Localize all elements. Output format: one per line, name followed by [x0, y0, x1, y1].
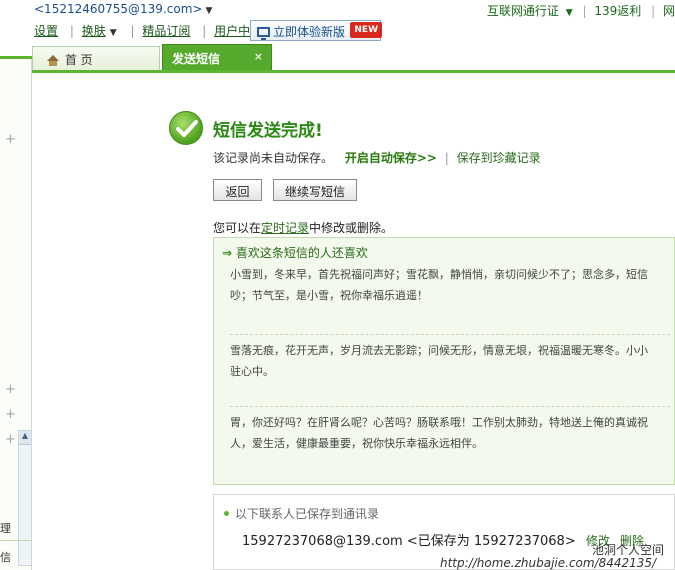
note-suffix: 中修改或删除。 — [309, 221, 394, 235]
divider: | — [444, 151, 449, 165]
bullet-icon — [224, 511, 229, 516]
chevron-down-icon[interactable]: ▼ — [563, 8, 573, 18]
expand-plus-icon[interactable]: + — [5, 432, 16, 447]
scroll-up-icon[interactable]: ▲ — [19, 431, 31, 445]
schedule-note: 您可以在定时记录中修改或删除。 — [213, 219, 393, 236]
top-right-links: 互联网通行证 ▼ | 139返利 | 网 — [483, 2, 675, 19]
recommendation-heading: ⇒ 喜欢这条短信的人还喜欢 — [222, 244, 368, 261]
divider — [230, 406, 670, 407]
divider: | — [651, 4, 656, 18]
new-badge: NEW — [350, 22, 382, 38]
save-favorite-link[interactable]: 保存到珍藏记录 — [457, 151, 541, 165]
expand-plus-icon[interactable]: + — [5, 407, 16, 422]
recommendation-panel: ⇒ 喜欢这条短信的人还喜欢 小雪到，冬来早，首先祝福问声好；雪花飘，静悄悄，亲切… — [213, 237, 675, 485]
sidebar-text: 理 — [0, 522, 11, 535]
save-status-line: 该记录尚未自动保存。 开启自动保存>> | 保存到珍藏记录 — [213, 149, 541, 166]
recommended-sms[interactable]: 雪落无痕，花开无声，岁月流去无影踪；问候无形，情意无垠，祝福温暖无寒冬。小小 驻… — [230, 340, 675, 382]
tab-send-sms-label: 发送短信 — [172, 52, 221, 66]
passport-link[interactable]: 互联网通行证 — [487, 4, 559, 18]
chevron-down-icon: ▼ — [205, 6, 213, 16]
divider: | — [582, 4, 587, 18]
tab-send-sms[interactable]: 发送短信 × — [162, 44, 272, 70]
tab-home-label: 首 页 — [64, 53, 93, 67]
divider: | — [69, 24, 74, 38]
recommended-sms[interactable]: 小雪到，冬来早，首先祝福问声好；雪花飘，静悄悄，亲切问候少不了；思念多，短信 吵… — [230, 264, 675, 306]
divider: | — [202, 24, 207, 38]
sms-line: 人，爱生活，健康最重要，祝你快乐幸福永远相伴。 — [230, 437, 483, 450]
save-status-text: 该记录尚未自动保存。 — [213, 151, 334, 165]
sms-line: 胃，你还好吗？在肝肾么呢？心苦吗？肠联系哦！工作别太肺劲，特地送上俺的真诚祝 — [230, 416, 648, 429]
sidebar-scrollbar[interactable]: ▲ — [18, 430, 32, 566]
rebate-link[interactable]: 139返利 — [594, 4, 641, 18]
nav-subscribe[interactable]: 精品订阅 — [142, 24, 190, 38]
sms-line: 小雪到，冬来早，首先祝福问声好；雪花飘，静悄悄，亲切问候少不了；思念多，短信 — [230, 268, 648, 281]
watermark-url: http://home.zhubajie.com/8442135/ — [440, 556, 657, 570]
tab-bar: 首 页 发送短信 × — [32, 44, 675, 73]
home-icon — [47, 55, 59, 66]
tab-home[interactable]: 首 页 — [32, 46, 160, 70]
chevron-down-icon[interactable]: ▼ — [110, 28, 117, 38]
divider — [0, 540, 31, 541]
back-button[interactable]: 返回 — [213, 179, 262, 201]
divider — [230, 334, 670, 335]
top-header: <15212460755@139.com> ▼ 互联网通行证 ▼ | 139返利 … — [0, 0, 675, 44]
sms-line: 驻心中。 — [230, 365, 274, 378]
scheduled-records-link[interactable]: 定时记录 — [261, 221, 309, 235]
success-check-icon — [169, 111, 203, 145]
monitor-icon — [257, 27, 270, 40]
sidebar-text: 信 — [0, 551, 11, 564]
saved-heading-text: 以下联系人已保存到通讯录 — [235, 507, 380, 521]
continue-writing-button[interactable]: 继续写短信 — [273, 179, 357, 201]
try-new-version-button[interactable]: 立即体验新版 NEW — [250, 20, 382, 41]
recommended-sms[interactable]: 胃，你还好吗？在肝肾么呢？心苦吗？肠联系哦！工作别太肺劲，特地送上俺的真诚祝 人… — [230, 412, 675, 454]
nav-skin[interactable]: 换肤 — [82, 24, 106, 38]
note-prefix: 您可以在 — [213, 221, 262, 235]
account-selector[interactable]: <15212460755@139.com> ▼ — [34, 2, 212, 16]
saved-contacts-heading: 以下联系人已保存到通讯录 — [224, 505, 379, 522]
expand-plus-icon[interactable]: + — [5, 132, 16, 147]
account-email: <15212460755@139.com> — [34, 2, 203, 16]
recommendation-title: 喜欢这条短信的人还喜欢 — [235, 246, 368, 260]
left-sidebar: + + + + ▲ 理 信 — [0, 56, 32, 570]
arrow-right-icon: ⇒ — [222, 246, 233, 260]
page-title: 短信发送完成! — [213, 121, 323, 141]
sms-line: 雪落无痕，花开无声，岁月流去无影踪；问候无形，情意无垠，祝福温暖无寒冬。小小 — [230, 344, 648, 357]
close-icon[interactable]: × — [254, 50, 263, 63]
main-content: 短信发送完成! 该记录尚未自动保存。 开启自动保存>> | 保存到珍藏记录 返回… — [33, 73, 675, 570]
divider: | — [130, 24, 135, 38]
top-nav: 设置 | 换肤 ▼ | 精品订阅 | 用户中心 — [34, 22, 266, 39]
net-link[interactable]: 网 — [663, 4, 675, 18]
nav-settings[interactable]: 设置 — [34, 24, 58, 38]
saved-contact-row: 15927237068@139.com <已保存为 15927237068> 修… — [242, 530, 644, 549]
new-version-label: 立即体验新版 — [273, 25, 346, 39]
divider — [0, 56, 32, 59]
sms-line: 吵；节气至，是小雪，祝你幸福乐逍遥！ — [230, 289, 428, 302]
expand-plus-icon[interactable]: + — [5, 382, 16, 397]
auto-save-link[interactable]: 开启自动保存>> — [345, 151, 437, 165]
saved-contact-text: 15927237068@139.com <已保存为 15927237068> — [242, 534, 576, 549]
